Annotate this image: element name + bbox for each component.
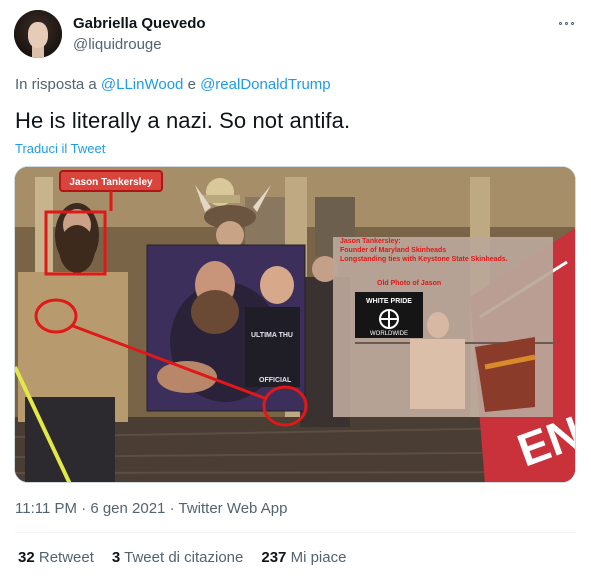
divider [15,532,576,533]
more-options-icon[interactable] [554,13,578,33]
media-photo: EN ULTIMA THU OFFICIAL WHITE PRIDE WORLD… [15,167,575,482]
quotes-label: Tweet di citazione [124,549,244,566]
avatar[interactable] [14,10,62,58]
tweet-meta: 11:11 PM · 6 gen 2021 · Twitter Web App [15,500,287,517]
shirt-text: ULTIMA THU [251,332,293,339]
tweet-text: He is literally a nazi. So not antifa. [15,108,351,133]
caption-line2: Founder of Maryland Skinheads [340,247,446,254]
reply-context: In risposta a @LLinWood e @realDonaldTru… [15,76,331,93]
caption-line3: Longstanding ties with Keystone State Sk… [340,256,508,263]
label-name: Jason Tankersley [69,177,153,188]
reply-joiner: e [187,76,196,93]
tweet-date[interactable]: 6 gen 2021 [90,500,165,517]
meta-separator: · [81,500,87,517]
tweet-time[interactable]: 11:11 PM [15,500,77,517]
tweet: Gabriella Quevedo @liquidrouge In rispos… [0,0,591,582]
author-handle[interactable]: @liquidrouge [73,36,162,53]
mention-realdonaldtrump[interactable]: @realDonaldTrump [200,76,331,93]
shirt-text-2: OFFICIAL [259,377,292,384]
retweets-label: Retweet [38,549,94,566]
banner-line1: WHITE PRIDE [366,298,412,305]
likes-stat[interactable]: 237 Mi piace [261,549,346,566]
tweet-media-image[interactable]: EN ULTIMA THU OFFICIAL WHITE PRIDE WORLD… [14,166,576,483]
banner-line2: WORLDWIDE [370,331,408,337]
mention-llinwood[interactable]: @LLinWood [101,76,184,93]
retweets-count: 32 [18,549,35,566]
author-name[interactable]: Gabriella Quevedo [73,15,206,32]
old-photo-label: Old Photo of Jason [377,280,441,287]
meta-separator: · [169,500,175,517]
translate-link[interactable]: Traduci il Tweet [15,141,105,156]
caption-name: Jason Tankersley: [340,238,401,245]
likes-label: Mi piace [290,549,347,566]
tweet-stats: 32 Retweet 3 Tweet di citazione 237 Mi p… [18,549,346,566]
retweets-stat[interactable]: 32 Retweet [18,549,94,566]
tweet-source[interactable]: Twitter Web App [178,500,287,517]
reply-prefix: In risposta a [15,76,97,93]
quotes-count: 3 [111,549,121,566]
likes-count: 237 [261,549,287,566]
quotes-stat[interactable]: 3 Tweet di citazione [112,549,243,566]
